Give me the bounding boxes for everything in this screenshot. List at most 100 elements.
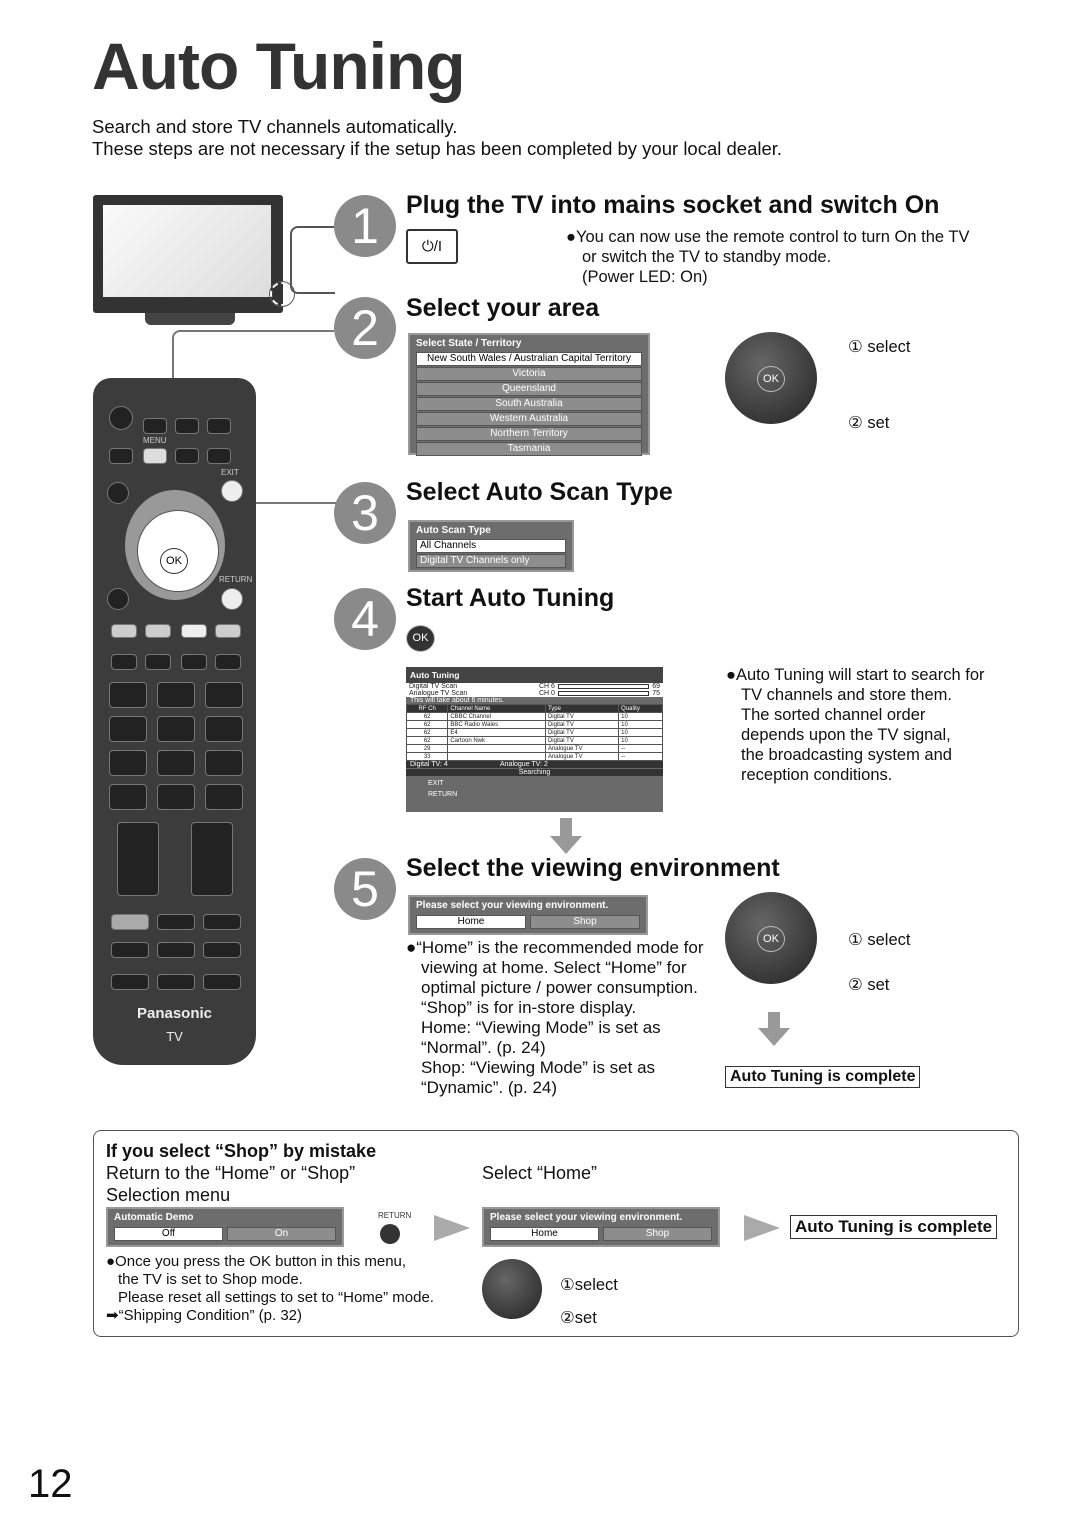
step-note: ●You can now use the remote control to t… [566,228,970,246]
return-label: RETURN [219,575,253,584]
return-button[interactable] [221,588,243,610]
shop-option[interactable]: Shop [530,915,640,929]
off-option[interactable]: Off [114,1227,223,1241]
menu-label: MENU [143,436,167,445]
return-hint: RETURN [428,791,458,798]
table-row: 62 E4 Digital TV 10 [405,728,663,737]
menu-title: Automatic Demo [114,1212,194,1223]
menu-button[interactable] [143,448,167,464]
col-header: Type [544,704,620,713]
step-number: 5 [334,858,396,920]
step-note: (Power LED: On) [582,268,708,286]
menu-option[interactable]: Queensland [416,382,642,396]
col-header: Quality [618,704,663,713]
select-label: ① select [848,338,911,356]
return-label: RETURN [378,1211,412,1220]
search-status: Searching [406,768,663,776]
table-row: 62 BBC Radio Wales Digital TV 10 [405,720,663,729]
menu-option[interactable]: Western Australia [416,412,642,426]
home-option[interactable]: Home [416,915,526,929]
step-note: The sorted channel order [741,706,926,724]
power-button[interactable]: ⏻/I [406,229,458,264]
scan-label: Analogue TV Scan [409,690,468,697]
arrow-down-icon [758,1028,790,1046]
panel-heading: If you select “Shop” by mistake [106,1141,377,1161]
exit-button[interactable] [221,480,243,502]
set-label: ②set [560,1309,597,1327]
step-note: Shop: “Viewing Mode” is set as [421,1058,656,1077]
step-number: 1 [334,195,396,257]
digital-count: Digital TV: 4 [410,761,448,768]
screen-title: Auto Tuning [406,667,663,683]
panel-notes: ●Once you press the OK button in this me… [106,1253,434,1324]
scan-channel: CH 0 [539,690,555,697]
select-label: ①select [560,1276,618,1294]
intro-line: These steps are not necessary if the set… [92,138,783,159]
arrow-right-icon [434,1215,470,1241]
dpad-icon: OK [725,892,817,984]
step-note: or switch the TV to standby mode. [582,248,832,266]
scan-label: Digital TV Scan [409,683,458,690]
analogue-count: Analogue TV: 2 [500,761,548,768]
step-note: “Dynamic”. (p. 24) [421,1078,558,1097]
scan-end: 75 [652,690,660,697]
ok-button[interactable]: OK [406,625,435,652]
brand-logo: Panasonic [136,1005,213,1022]
menu-option[interactable]: Digital TV Channels only [416,554,566,568]
exit-label: EXIT [221,468,239,477]
menu-option[interactable]: Northern Territory [416,427,642,441]
step-note: “Shop” is for in-store display. [421,998,637,1017]
table-row: 33 Analogue TV -- [405,752,663,761]
auto-tuning-screen: Auto Tuning Digital TV Scan CH 6 69 Analog… [405,667,663,812]
menu-option[interactable]: New South Wales / Australian Capital Ter… [416,352,642,366]
menu-title: Please select your viewing environment. [490,1212,683,1223]
step-heading: Select your area [406,294,600,322]
time-note: This will take about 6 minutes. [410,697,504,704]
step-heading: Plug the TV into mains socket and switch… [406,191,940,219]
ok-icon: OK [757,366,785,392]
scan-end: 69 [652,683,660,690]
set-label: ② set [848,976,890,994]
menu-title: Select State / Territory [416,338,522,349]
scan-type-menu: Auto Scan Type All Channels Digital TV C… [408,520,574,572]
intro-line: Search and store TV channels automatical… [92,116,458,137]
menu-option[interactable]: All Channels [416,539,566,553]
step-note: optimal picture / power consumption. [421,978,698,997]
step-number: 3 [334,482,396,544]
step-note: “Normal”. (p. 24) [421,1038,546,1057]
step-note: Home: “Viewing Mode” is set as [421,1018,661,1037]
step-number: 4 [334,588,396,650]
menu-title: Please select your viewing environment. [416,900,609,911]
remote-control: MENU EXIT OK RETURN Panasonic TV [93,378,256,1065]
dpad-icon: OK [725,332,817,424]
menu-option[interactable]: Victoria [416,367,642,381]
table-row: 62 Cartoon Nwk Digital TV 10 [405,736,663,745]
auto-demo-menu: Automatic Demo Off On [106,1207,344,1247]
panel-text: Return to the “Home” or “Shop” [106,1163,356,1183]
shop-option[interactable]: Shop [603,1227,712,1241]
return-icon [380,1224,400,1244]
scan-channel: CH 6 [539,683,555,690]
home-option[interactable]: Home [490,1227,599,1241]
ok-button[interactable]: OK [160,548,188,574]
step-note: ●“Home” is the recommended mode for [406,938,704,957]
col-header: RF Ch [405,704,449,713]
complete-badge: Auto Tuning is complete [725,1066,921,1088]
ok-icon: OK [757,926,785,952]
shop-mistake-panel: If you select “Shop” by mistake Return t… [93,1130,1019,1337]
panel-text: Select “Home” [482,1163,598,1183]
select-label: ① select [848,931,911,949]
environment-menu: Please select your viewing environment. … [482,1207,720,1247]
step-heading: Select the viewing environment [406,854,780,882]
menu-title: Auto Scan Type [416,525,491,536]
menu-option[interactable]: South Australia [416,397,642,411]
step-note: viewing at home. Select “Home” for [421,958,687,977]
dpad-icon [482,1259,542,1319]
table-row: 29 Analogue TV -- [405,744,663,753]
tv-illustration [93,195,283,313]
menu-option[interactable]: Tasmania [416,442,642,456]
environment-menu: Please select your viewing environment. … [408,895,648,935]
panel-text: Selection menu [106,1185,231,1205]
on-option[interactable]: On [227,1227,336,1241]
channel-table: RF Ch Channel Name Type Quality 62 CBBC Chan… [405,704,663,761]
